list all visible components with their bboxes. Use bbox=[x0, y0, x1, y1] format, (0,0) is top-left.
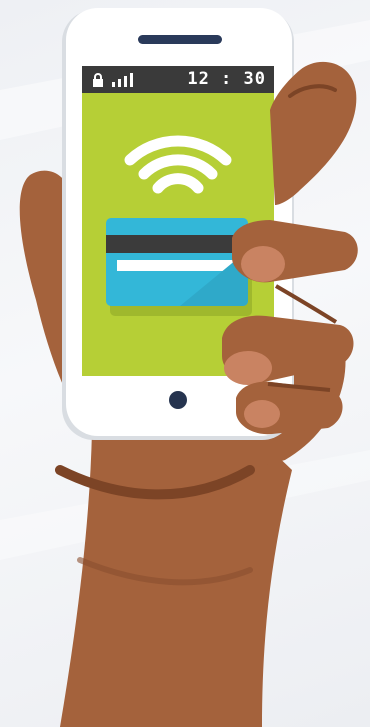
wrist bbox=[60, 430, 292, 727]
status-time: 12 : 30 bbox=[187, 69, 266, 89]
contactless-payment-illustration: 12 : 30 bbox=[0, 0, 370, 727]
fingernail bbox=[224, 351, 272, 385]
card-magnetic-stripe bbox=[106, 235, 248, 253]
fingernail bbox=[244, 400, 280, 428]
home-button-icon[interactable] bbox=[169, 391, 187, 409]
phone-status-bar: 12 : 30 bbox=[82, 66, 274, 93]
illustration-canvas bbox=[0, 8, 370, 727]
card-signature-strip bbox=[117, 260, 235, 271]
credit-card-icon bbox=[106, 218, 252, 316]
lock-icon bbox=[92, 72, 104, 91]
signal-icon bbox=[112, 72, 134, 91]
fingernail bbox=[241, 246, 285, 282]
speaker-grille bbox=[138, 35, 222, 44]
